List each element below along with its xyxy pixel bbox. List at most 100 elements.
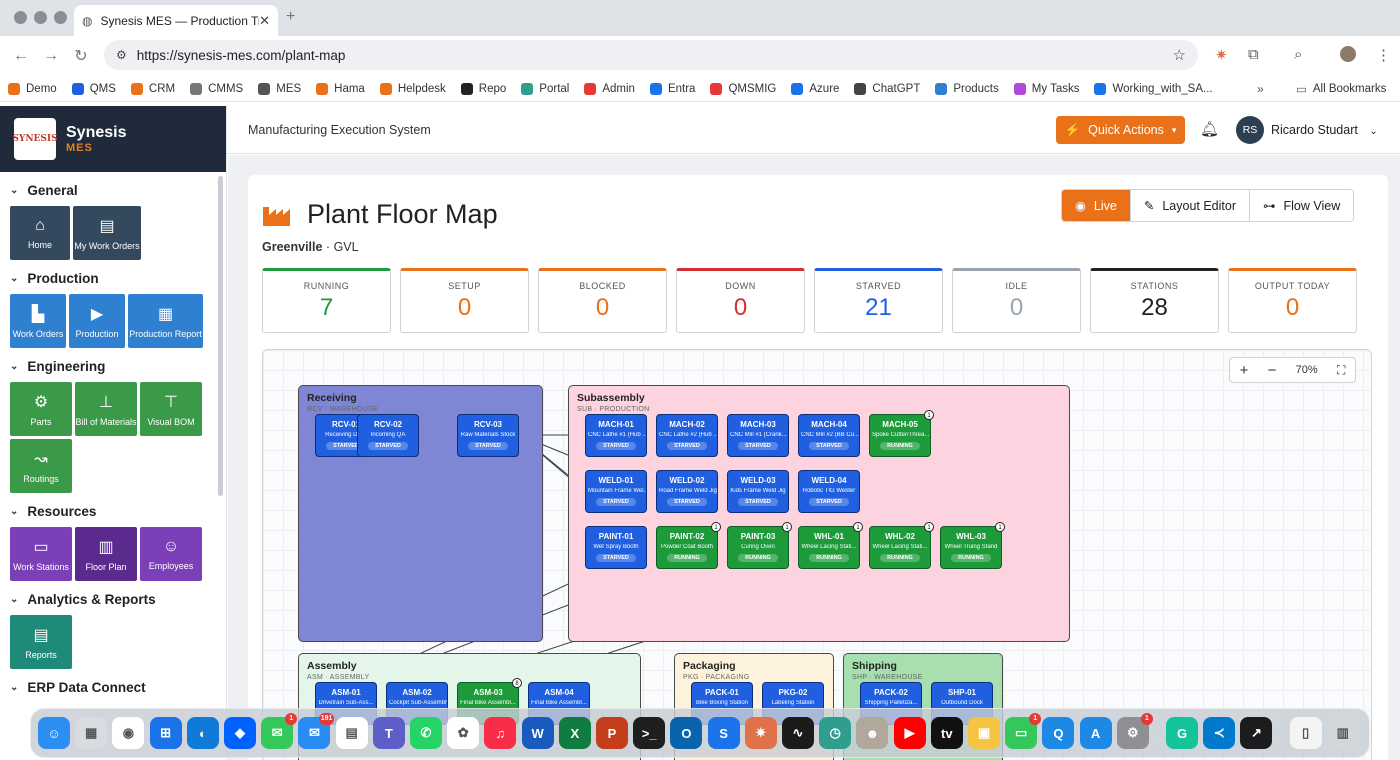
live-view-button[interactable]: ◉ Live <box>1062 190 1130 221</box>
dock-app-store-icon[interactable]: A <box>1079 717 1112 749</box>
forward-icon[interactable]: → <box>36 47 66 65</box>
user-menu[interactable]: Ricardo Studart ⌄ <box>1271 123 1378 137</box>
station-paint-03[interactable]: PAINT-03 Curing Oven RUNNING 1 <box>727 522 792 569</box>
nav-tile-my-work-orders[interactable]: ▤ My Work Orders <box>73 206 141 260</box>
back-icon[interactable]: ← <box>6 47 36 65</box>
bookmark-star-icon[interactable]: ☆ <box>1173 46 1186 64</box>
nav-tile-parts[interactable]: ⚙ Parts <box>10 382 72 436</box>
nav-section-header[interactable]: ⌄ Production <box>10 266 226 290</box>
bookmark-10[interactable]: Entra <box>649 82 695 95</box>
dock-messages-icon[interactable]: ✉ 1 <box>261 713 298 749</box>
search-tabs-icon[interactable]: ⌕ <box>1294 46 1302 63</box>
profile-avatar-icon[interactable] <box>1340 46 1356 62</box>
nav-section-header[interactable]: ⌄ Engineering <box>10 354 226 378</box>
nav-tile-routings[interactable]: ↝ Routings <box>10 439 72 493</box>
dock-outlook-icon[interactable]: O <box>670 717 703 749</box>
dock-windows-app-icon[interactable]: ⊞ <box>149 717 182 749</box>
address-bar[interactable]: ⚙ https://synesis-mes.com/plant-map ☆ <box>104 40 1198 70</box>
maximize-window-button[interactable] <box>54 11 67 24</box>
dock-calendar-icon[interactable]: ▤ <box>335 717 368 749</box>
station-whl-02[interactable]: WHL-02 Wheel Lacing Stati... RUNNING 1 <box>869 522 934 569</box>
avatar[interactable]: RS <box>1236 116 1264 144</box>
bookmark-12[interactable]: Azure <box>791 82 839 95</box>
station-mach-04[interactable]: MACH-04 CNC Mill #2 (BB Cu... STARVED <box>798 414 860 457</box>
nav-tile-work-stations[interactable]: ▭ Work Stations <box>10 527 72 581</box>
nav-tile-bill-of-materials[interactable]: ⊥ Bill of Materials <box>75 382 137 436</box>
station-whl-03[interactable]: WHL-03 Wheel Truing Stand RUNNING 1 <box>940 522 1005 569</box>
bookmark-5[interactable]: Hama <box>316 82 365 95</box>
nav-tile-production-report[interactable]: ▦ Production Report <box>128 294 203 348</box>
station-mach-05[interactable]: MACH-05 Spoke Cutter/Threa... RUNNING 1 <box>869 410 934 457</box>
dock-music-icon[interactable]: ♫ <box>484 717 517 749</box>
nav-tile-work-orders[interactable]: ▙ Work Orders <box>10 294 66 348</box>
station-rcv-02[interactable]: RCV-02 Incoming QA STARVED <box>357 414 419 457</box>
nav-section-header[interactable]: ⌄ ERP Data Connect <box>10 675 226 699</box>
fullscreen-icon[interactable]: ⛶ <box>1337 363 1345 378</box>
dock-word-icon[interactable]: W <box>521 717 554 749</box>
quick-actions-button[interactable]: ⚡ Quick Actions ▾ <box>1056 116 1185 144</box>
dock-edge-icon[interactable]: ◐ <box>186 717 219 749</box>
bookmark-2[interactable]: CRM <box>130 82 175 95</box>
extensions-icon[interactable]: ⧉ <box>1248 46 1259 63</box>
dock-whatsapp-icon[interactable]: ✆ <box>410 717 442 749</box>
reload-icon[interactable]: ↻ <box>66 46 96 66</box>
nav-tile-home[interactable]: ⌂ Home <box>10 206 70 260</box>
browser-menu-icon[interactable]: ⋮ <box>1376 46 1391 64</box>
layout-editor-button[interactable]: ✎ Layout Editor <box>1129 190 1250 221</box>
brand[interactable]: SYNESIS Synesis MES <box>0 106 226 172</box>
dock-contacts-icon[interactable]: ☻ <box>856 717 889 749</box>
station-paint-02[interactable]: PAINT-02 Powder Coat Booth RUNNING 1 <box>656 522 721 569</box>
claude-extension-icon[interactable]: ✷ <box>1215 46 1228 64</box>
dock-mail-icon[interactable]: ✉ 191 <box>298 713 335 749</box>
plant-floor-canvas[interactable]: Receiving RCV · WAREHOUSE Subassembly SUB ·… <box>262 349 1372 760</box>
dock-activity-monitor-icon[interactable]: ∿ <box>782 717 814 749</box>
bookmark-11[interactable]: QMSMIG <box>710 82 776 95</box>
station-weld-03[interactable]: WELD-03 Kids Frame Weld Jig STARVED <box>727 470 789 513</box>
nav-tile-visual-bom[interactable]: ⊤ Visual BOM <box>140 382 202 436</box>
nav-tile-employees[interactable]: ☺ Employees <box>140 527 202 581</box>
new-tab-icon[interactable]: + <box>286 8 295 26</box>
nav-tile-production[interactable]: ▶ Production <box>69 294 125 348</box>
dock-claude-icon[interactable]: ✷ <box>744 717 777 749</box>
dock-stocks-icon[interactable]: ↗ <box>1240 717 1273 749</box>
dock-facetime-icon[interactable]: ▭ 1 <box>1005 713 1042 749</box>
dock-synesis-icon[interactable]: S <box>707 717 740 749</box>
dock-chrome-icon[interactable]: ◉ <box>112 717 145 749</box>
dock-grammarly-icon[interactable]: G <box>1166 717 1198 749</box>
dock-quicktime-icon[interactable]: Q <box>1042 717 1075 749</box>
dock-terminal-icon[interactable]: >_ <box>633 717 666 749</box>
dock-powerpoint-icon[interactable]: P <box>596 717 628 749</box>
dock-teams-icon[interactable]: T <box>372 717 405 749</box>
nav-section-header[interactable]: ⌄ Analytics & Reports <box>10 587 226 611</box>
bookmark-8[interactable]: Portal <box>521 82 569 95</box>
bookmark-7[interactable]: Repo <box>460 82 506 95</box>
station-mach-02[interactable]: MACH-02 CNC Lathe #2 (Hub ... STARVED <box>656 414 718 457</box>
bookmark-1[interactable]: QMS <box>71 82 116 95</box>
dock-photos-icon[interactable]: ✿ <box>447 717 480 749</box>
nav-tile-reports[interactable]: ▤ Reports <box>10 615 72 669</box>
dock-dropbox-icon[interactable]: ◆ <box>224 717 256 749</box>
bookmark-3[interactable]: CMMS <box>190 82 243 95</box>
dock-preview-icon[interactable]: ▣ <box>968 717 1000 749</box>
nav-section-header[interactable]: ⌄ General <box>10 178 226 202</box>
dock-documents-icon[interactable]: ▯ <box>1289 717 1322 749</box>
site-info-icon[interactable]: ⚙ <box>116 48 127 62</box>
dock-time-machine-icon[interactable]: ◷ <box>819 717 852 749</box>
browser-tab[interactable]: ◍ Synesis MES — Production Tr ✕ <box>74 5 278 36</box>
bookmark-6[interactable]: Helpdesk <box>379 82 446 95</box>
bell-icon[interactable]: 🔔︎ <box>1200 120 1219 138</box>
station-paint-01[interactable]: PAINT-01 Wet Spray Booth STARVED <box>585 526 647 569</box>
station-weld-01[interactable]: WELD-01 Mountain Frame Wel... STARVED <box>585 470 647 513</box>
station-weld-02[interactable]: WELD-02 Road Frame Weld Jig STARVED <box>656 470 718 513</box>
station-mach-03[interactable]: MACH-03 CNC Mill #1 (Crank... STARVED <box>727 414 789 457</box>
station-whl-01[interactable]: WHL-01 Wheel Lacing Stati... RUNNING 1 <box>798 522 863 569</box>
station-weld-04[interactable]: WELD-04 Robotic TIG Welder STARVED <box>798 470 860 513</box>
dock-excel-icon[interactable]: X <box>558 717 591 749</box>
bookmark-4[interactable]: MES <box>258 82 301 95</box>
bookmark-0[interactable]: Demo <box>8 82 57 95</box>
minimize-window-button[interactable] <box>34 11 47 24</box>
dock-system-settings-icon[interactable]: ⚙ 1 <box>1116 713 1153 749</box>
dock-apple-tv-icon[interactable]: tv <box>930 717 963 749</box>
dock-vscode-icon[interactable]: ≺ <box>1203 717 1236 749</box>
bookmark-15[interactable]: My Tasks <box>1013 82 1079 95</box>
